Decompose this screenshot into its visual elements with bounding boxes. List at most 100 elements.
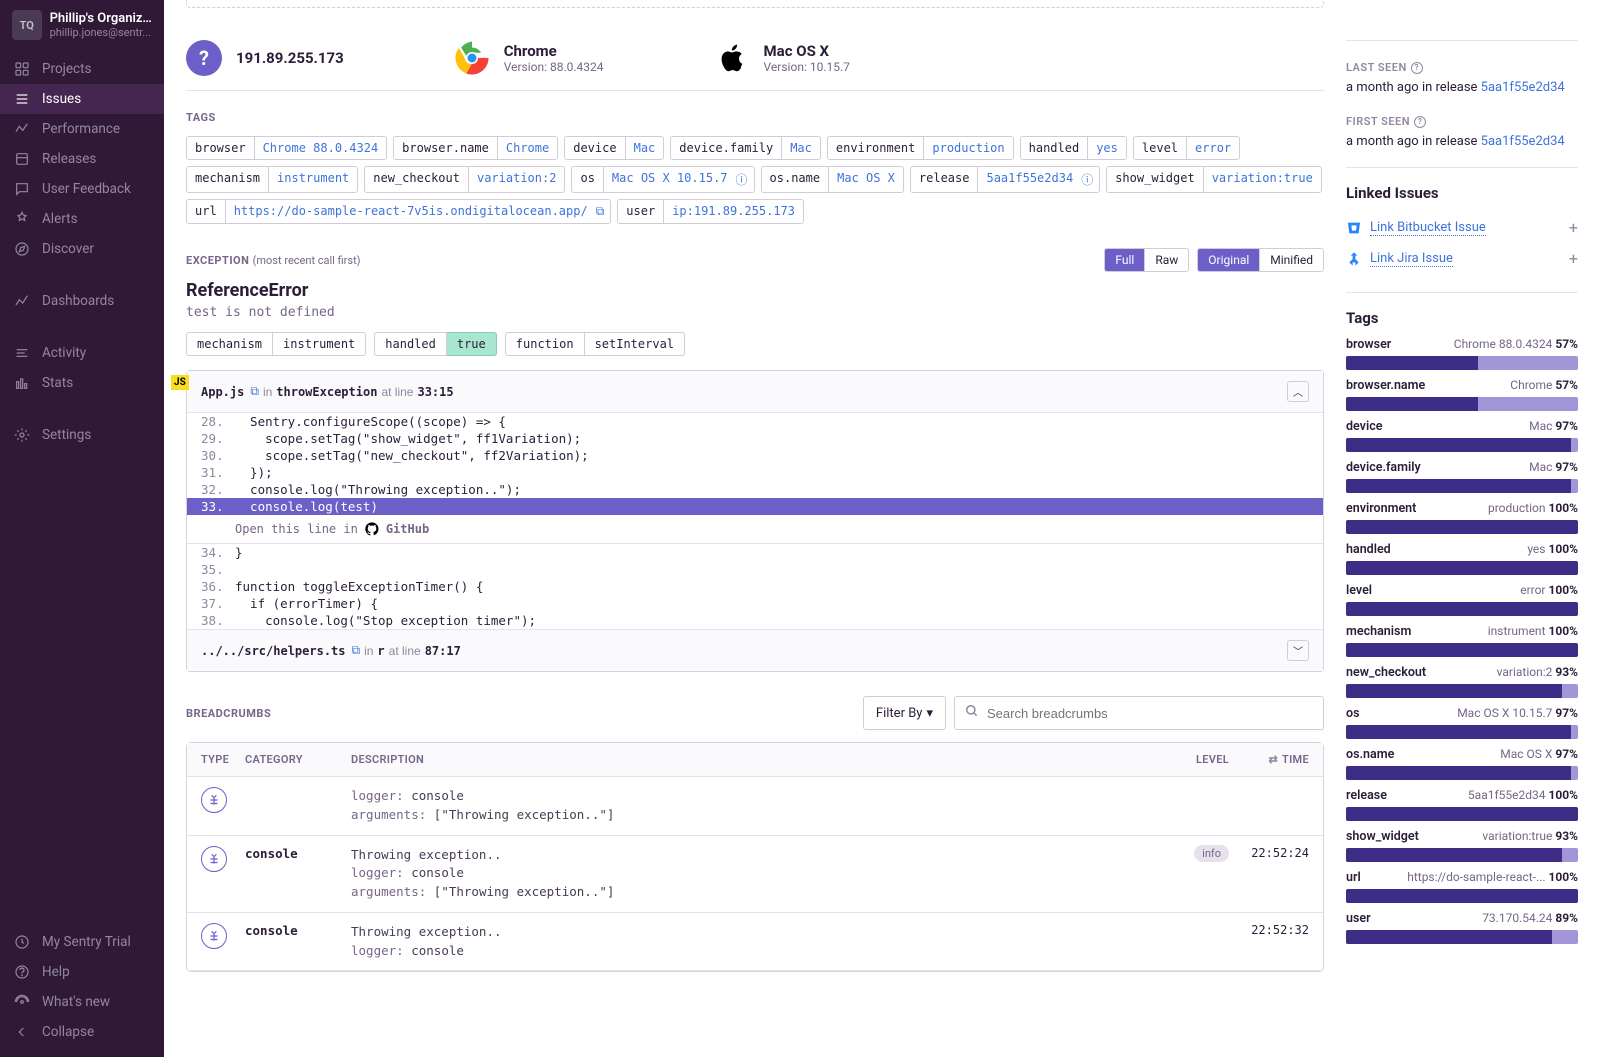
code-line: 36.function toggleExceptionTimer() { xyxy=(187,578,1323,595)
tag-dist-show_widget[interactable]: show_widgetvariation:true 93% xyxy=(1346,829,1578,862)
sidebar-item-help[interactable]: Help xyxy=(0,957,164,987)
tag-dist-device-family[interactable]: device.familyMac 97% xyxy=(1346,460,1578,493)
sidebar-item-issues[interactable]: Issues xyxy=(0,84,164,114)
tag-mechanism[interactable]: mechanisminstrument xyxy=(186,166,358,193)
external-link-icon[interactable]: ⧉ xyxy=(250,384,259,399)
sidebar-item-discover[interactable]: Discover xyxy=(0,234,164,264)
sidebar-item-user-feedback[interactable]: User Feedback xyxy=(0,174,164,204)
breadcrumb-row[interactable]: consoleThrowing exception..logger: conso… xyxy=(187,913,1323,972)
sidebar-item-projects[interactable]: Projects xyxy=(0,54,164,84)
open-in-github[interactable]: Open this line in GitHub xyxy=(187,515,1323,544)
tag-dist-handled[interactable]: handledyes 100% xyxy=(1346,542,1578,575)
tag-handled[interactable]: handledyes xyxy=(1020,136,1127,160)
tag-dist-os-name[interactable]: os.nameMac OS X 97% xyxy=(1346,747,1578,780)
full-button[interactable]: Full xyxy=(1105,249,1145,271)
tag-release[interactable]: release5aa1f55e2d34ⓘ xyxy=(910,166,1100,193)
release-link[interactable]: 5aa1f55e2d34 xyxy=(1481,134,1565,149)
minified-button[interactable]: Minified xyxy=(1260,249,1323,271)
breadcrumb-search-input[interactable] xyxy=(987,706,1313,721)
help-icon[interactable]: ? xyxy=(1414,116,1426,128)
release-link[interactable]: 5aa1f55e2d34 xyxy=(1481,80,1565,95)
tag-device-family[interactable]: device.familyMac xyxy=(670,136,821,160)
event-context-row: ? 191.89.255.173 Chrome Version: 88.0.43… xyxy=(186,26,1324,91)
link-issue-jira: Link Jira Issue+ xyxy=(1346,243,1578,274)
first-seen-label: FIRST SEEN? xyxy=(1346,115,1578,128)
external-link-icon[interactable]: ⧉ xyxy=(596,200,611,223)
code-line: 38. console.log("Stop exception timer"); xyxy=(187,612,1323,629)
sidebar-item-collapse[interactable]: Collapse xyxy=(0,1017,164,1047)
breadcrumb-row[interactable]: logger: consolearguments: ["Throwing exc… xyxy=(187,777,1323,836)
collapse-icon[interactable]: ︿ xyxy=(1287,381,1309,402)
sidebar-item-dashboards[interactable]: Dashboards xyxy=(0,286,164,316)
raw-button[interactable]: Raw xyxy=(1145,249,1188,271)
whatsnew-icon xyxy=(14,994,30,1010)
swap-icon[interactable]: ⇄ xyxy=(1269,753,1279,766)
tag-dist-release[interactable]: release5aa1f55e2d34 100% xyxy=(1346,788,1578,821)
exception-pill-handled[interactable]: handledtrue xyxy=(374,332,496,356)
stack-frame-header-2[interactable]: ../../src/helpers.ts ⧉ in r at line 87:1… xyxy=(187,629,1323,671)
org-switcher[interactable]: TQ Phillip's Organiz... phillip.jones@se… xyxy=(0,0,164,50)
stack-frame-header[interactable]: App.js ⧉ in throwException at line 33:15… xyxy=(187,371,1323,413)
tag-new_checkout[interactable]: new_checkoutvariation:2 xyxy=(364,166,565,193)
tag-os-name[interactable]: os.nameMac OS X xyxy=(761,166,904,193)
tag-level[interactable]: levelerror xyxy=(1133,136,1240,160)
code-line: 28. Sentry.configureScope((scope) => { xyxy=(187,413,1323,430)
last-seen-value: a month ago in release 5aa1f55e2d34 xyxy=(1346,80,1578,95)
tag-os[interactable]: osMac OS X 10.15.7ⓘ xyxy=(571,166,754,193)
sidebar-item-activity[interactable]: Activity xyxy=(0,338,164,368)
tag-browser[interactable]: browserChrome 88.0.4324 xyxy=(186,136,387,160)
code-line: 30. scope.setTag("new_checkout", ff2Vari… xyxy=(187,447,1323,464)
plus-icon[interactable]: + xyxy=(1569,218,1578,237)
external-link-icon[interactable]: ⧉ xyxy=(352,643,361,658)
original-button[interactable]: Original xyxy=(1198,249,1260,271)
tag-device[interactable]: deviceMac xyxy=(564,136,664,160)
tag-dist-new_checkout[interactable]: new_checkoutvariation:2 93% xyxy=(1346,665,1578,698)
tag-dist-url[interactable]: urlhttps://do-sample-react-... 100% xyxy=(1346,870,1578,903)
tag-browser-name[interactable]: browser.nameChrome xyxy=(393,136,558,160)
tag-dist-environment[interactable]: environmentproduction 100% xyxy=(1346,501,1578,534)
last-seen-label: LAST SEEN? xyxy=(1346,61,1578,74)
bitbucket-icon xyxy=(1346,220,1362,236)
stats-icon xyxy=(14,375,30,391)
tag-dist-mechanism[interactable]: mechanisminstrument 100% xyxy=(1346,624,1578,657)
breadcrumb-row[interactable]: consoleThrowing exception..logger: conso… xyxy=(187,836,1323,913)
linked-issues-heading: Linked Issues xyxy=(1346,184,1578,202)
breadcrumb-search[interactable] xyxy=(954,696,1324,730)
info-icon[interactable]: ⓘ xyxy=(736,167,754,192)
tag-dist-device[interactable]: deviceMac 97% xyxy=(1346,419,1578,452)
sidebar-item-performance[interactable]: Performance xyxy=(0,114,164,144)
tag-dist-browser-name[interactable]: browser.nameChrome 57% xyxy=(1346,378,1578,411)
tag-user[interactable]: userip:191.89.255.173 xyxy=(617,199,804,224)
sidebar-item-alerts[interactable]: Alerts xyxy=(0,204,164,234)
context-ip[interactable]: ? 191.89.255.173 xyxy=(186,40,344,76)
context-os[interactable]: Mac OS X Version: 10.15.7 xyxy=(714,40,850,76)
main-content: ? 191.89.255.173 Chrome Version: 88.0.43… xyxy=(164,0,1346,1057)
tag-dist-os[interactable]: osMac OS X 10.15.7 97% xyxy=(1346,706,1578,739)
info-icon[interactable]: ⓘ xyxy=(1081,167,1099,192)
sidebar-item-my-sentry-trial[interactable]: My Sentry Trial xyxy=(0,927,164,957)
tag-dist-browser[interactable]: browserChrome 88.0.4324 57% xyxy=(1346,337,1578,370)
sidebar-item-what's-new[interactable]: What's new xyxy=(0,987,164,1017)
tag-dist-level[interactable]: levelerror 100% xyxy=(1346,583,1578,616)
os-version: Version: 10.15.7 xyxy=(764,60,850,74)
plus-icon[interactable]: + xyxy=(1569,249,1578,268)
sidebar: TQ Phillip's Organiz... phillip.jones@se… xyxy=(0,0,164,1057)
tags-section-label: TAGS xyxy=(186,111,1324,124)
stacktrace-source-toggle: Original Minified xyxy=(1197,248,1324,272)
filter-by-button[interactable]: Filter By▾ xyxy=(863,696,946,730)
tag-dist-user[interactable]: user73.170.54.24 89% xyxy=(1346,911,1578,944)
exception-pill-mechanism[interactable]: mechanisminstrument xyxy=(186,332,366,356)
exception-pill-function[interactable]: functionsetInterval xyxy=(505,332,685,356)
expand-icon[interactable]: ﹀ xyxy=(1287,640,1309,661)
debug-icon xyxy=(201,846,227,872)
sidebar-item-releases[interactable]: Releases xyxy=(0,144,164,174)
tag-environment[interactable]: environmentproduction xyxy=(827,136,1014,160)
table-header: TYPE CATEGORY DESCRIPTION LEVEL ⇄TIME xyxy=(187,743,1323,777)
sidebar-item-settings[interactable]: Settings xyxy=(0,420,164,450)
sidebar-item-stats[interactable]: Stats xyxy=(0,368,164,398)
context-browser[interactable]: Chrome Version: 88.0.4324 xyxy=(454,40,604,76)
tag-show_widget[interactable]: show_widgetvariation:true xyxy=(1106,166,1322,193)
tag-url[interactable]: urlhttps://do-sample-react-7v5is.ondigit… xyxy=(186,199,611,224)
help-icon[interactable]: ? xyxy=(1411,62,1423,74)
dash-icon xyxy=(14,293,30,309)
